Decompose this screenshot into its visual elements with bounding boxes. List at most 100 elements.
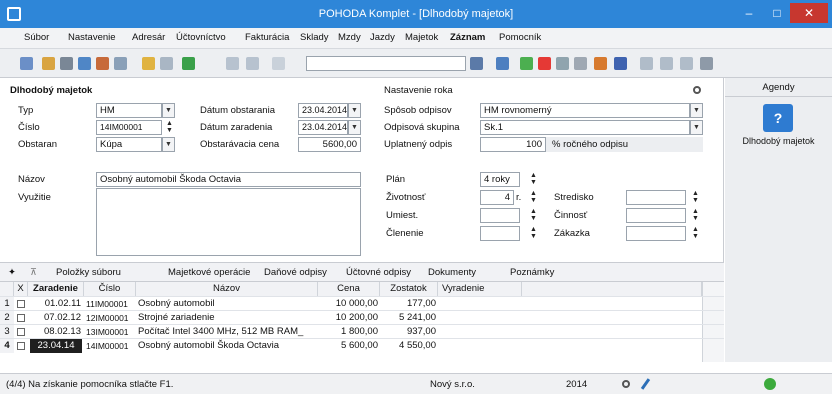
save-icon[interactable] [226,57,239,70]
pen-status-icon[interactable] [640,378,651,390]
plan-field[interactable]: 4 roky [480,172,520,187]
agenda-majetok-icon[interactable]: ? [763,104,793,132]
agenda-majetok-label[interactable]: Dlhodobý majetok [725,136,832,146]
menu-pomocnik[interactable]: Pomocník [499,32,541,43]
save-all-icon[interactable] [246,57,259,70]
uplatneny-odpis-field[interactable]: 100 [480,137,546,152]
datum-obstarania-field[interactable]: 23.04.2014 [298,103,348,118]
menu-sklady[interactable]: Sklady [300,32,329,43]
plan-stepper-icon[interactable]: ▲ ▼ [528,172,539,187]
sposob-odpisov-dropdown-icon[interactable]: ▼ [690,103,703,118]
col-nazov[interactable]: Názov [136,282,318,296]
refresh-icon[interactable] [520,57,533,70]
menu-mzdy[interactable]: Mzdy [338,32,361,43]
export-icon[interactable] [96,57,109,70]
stredisko-field[interactable] [626,190,686,205]
users-icon[interactable] [594,57,607,70]
table-row-selected[interactable]: 4 23.04.14 14IM00001 Osobný automobil Šk… [0,338,724,353]
sposob-odpisov-select[interactable]: HM rovnomerný [480,103,690,118]
table-row[interactable]: 1 01.02.11 11IM00001 Osobný automobil 10… [0,296,724,311]
col-zostatok[interactable]: Zostatok [380,282,438,296]
col-vyradenie[interactable]: Vyradenie [438,282,522,296]
odpisova-skupina-dropdown-icon[interactable]: ▼ [690,120,703,135]
datum-obstarania-dropdown-icon[interactable]: ▼ [348,103,361,118]
row-checkbox[interactable] [17,300,25,308]
pencil-icon[interactable] [160,57,173,70]
obstaravacia-cena-field[interactable]: 5600,00 [298,137,361,152]
quick-search-input[interactable] [306,56,466,71]
layout2-icon[interactable] [680,57,693,70]
close-button[interactable]: ✕ [790,3,828,23]
window-icon[interactable] [640,57,653,70]
clenenie-field[interactable] [480,226,520,241]
ok-status-icon[interactable] [764,378,776,390]
menu-fakturacia[interactable]: Fakturácia [245,32,289,43]
umiest-stepper-icon[interactable]: ▲ ▼ [528,208,539,223]
maximize-button[interactable]: □ [764,3,790,23]
calendar-icon[interactable] [574,57,587,70]
menu-subor[interactable]: Súbor [24,32,49,43]
typ-dropdown-icon[interactable]: ▼ [162,103,175,118]
zakazka-field[interactable] [626,226,686,241]
menu-jazdy[interactable]: Jazdy [370,32,395,43]
settings-icon[interactable] [693,86,701,94]
menu-majetok[interactable]: Majetok [405,32,438,43]
col-cislo[interactable]: Číslo [84,282,136,296]
tab-danove-odpisy[interactable]: Daňové odpisy [264,267,327,278]
obstaran-dropdown-icon[interactable]: ▼ [162,137,175,152]
settings-status-icon[interactable] [622,380,630,388]
tab-polozky-suboru[interactable]: Položky súboru [56,267,121,278]
menu-nastavenie[interactable]: Nastavenie [68,32,116,43]
help-icon[interactable] [538,57,551,70]
nazov-field[interactable]: Osobný automobil Škoda Octavia [96,172,361,187]
cinnost-field[interactable] [626,208,686,223]
barcode-icon[interactable] [614,57,627,70]
tab-uctovne-odpisy[interactable]: Účtovné odpisy [346,267,411,278]
preview-icon[interactable] [78,57,91,70]
help-arrow-icon[interactable] [700,57,713,70]
report-icon[interactable] [496,57,509,70]
table-row[interactable]: 3 08.02.13 13IM00001 Počítač Intel 3400 … [0,324,724,339]
navigate-icon[interactable] [182,57,195,70]
row-checkbox[interactable] [17,314,25,322]
tab-dokumenty[interactable]: Dokumenty [428,267,476,278]
odpisova-skupina-select[interactable]: Sk.1 [480,120,690,135]
zivotnost-field[interactable]: 4 [480,190,514,205]
menu-uctovnictvo[interactable]: Účtovníctvo [176,32,226,43]
obstaran-select[interactable]: Kúpa [96,137,162,152]
pin-icon[interactable]: ✦ [8,267,16,278]
print-icon[interactable] [60,57,73,70]
edit-icon[interactable] [142,57,155,70]
stredisko-stepper-icon[interactable]: ▲ ▼ [690,190,701,205]
clenenie-stepper-icon[interactable]: ▲ ▼ [528,226,539,241]
copy-icon[interactable] [114,57,127,70]
zakazka-stepper-icon[interactable]: ▲ ▼ [690,226,701,241]
cinnost-stepper-icon[interactable]: ▲ ▼ [690,208,701,223]
cislo-field[interactable]: 14IM00001 [96,120,162,135]
datum-zaradenia-field[interactable]: 23.04.2014 [298,120,348,135]
menu-zaznam[interactable]: Záznam [450,32,485,43]
tab-poznamky[interactable]: Poznámky [510,267,554,278]
vyuzitie-textarea[interactable] [96,188,361,256]
umiest-field[interactable] [480,208,520,223]
app-icon[interactable] [7,7,21,21]
minimize-button[interactable]: ‒ [736,3,762,23]
filter-tab-icon[interactable]: ⊼ [30,267,37,278]
menu-adresar[interactable]: Adresár [132,32,165,43]
datum-zaradenia-dropdown-icon[interactable]: ▼ [348,120,361,135]
tab-majetkove-operacie[interactable]: Majetkové operácie [168,267,250,278]
col-x[interactable]: X [14,282,28,296]
zivotnost-stepper-icon[interactable]: ▲ ▼ [528,190,539,205]
row-checkbox[interactable] [17,328,25,336]
typ-select[interactable]: HM [96,103,162,118]
filter-icon[interactable] [470,57,483,70]
row-checkbox[interactable] [17,342,25,350]
open-icon[interactable] [42,57,55,70]
table-row[interactable]: 2 07.02.12 12IM00001 Strojné zariadenie … [0,310,724,325]
clipboard-icon[interactable] [272,57,285,70]
layout-icon[interactable] [660,57,673,70]
cislo-stepper-icon[interactable]: ▲ ▼ [164,120,175,135]
grid-icon[interactable] [556,57,569,70]
col-cena[interactable]: Cena [318,282,380,296]
new-record-icon[interactable] [20,57,33,70]
